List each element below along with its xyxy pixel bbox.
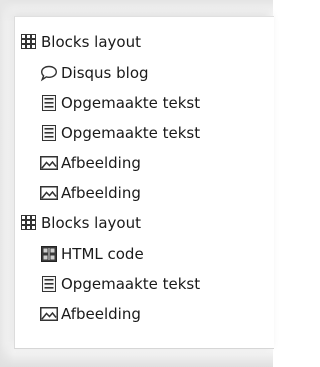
tree-item-label: HTML code <box>61 245 144 263</box>
grid-icon <box>20 214 38 232</box>
tree-item-html-code[interactable]: HTML code <box>40 241 144 267</box>
tree-item-label: Blocks layout <box>41 33 141 51</box>
tree-item-label: Blocks layout <box>41 214 141 232</box>
tree-item-label: Afbeelding <box>61 154 141 172</box>
image-icon <box>40 305 58 323</box>
speech-bubble-icon <box>40 64 58 82</box>
screenshot-edge-left <box>0 0 14 367</box>
tree-item-image[interactable]: Afbeelding <box>40 180 141 206</box>
image-icon <box>40 184 58 202</box>
tree-item-label: Opgemaakte tekst <box>61 124 201 142</box>
tree-item-blocks-layout[interactable]: Blocks layout <box>20 210 141 236</box>
tree-item-formatted-text[interactable]: Opgemaakte tekst <box>40 120 200 146</box>
grid-icon <box>20 33 38 51</box>
tree-item-label: Afbeelding <box>61 184 141 202</box>
tree-item-disqus-blog[interactable]: Disqus blog <box>40 60 149 86</box>
tree-item-formatted-text[interactable]: Opgemaakte tekst <box>40 271 200 297</box>
tree-item-label: Afbeelding <box>61 305 141 323</box>
formatted-text-icon <box>40 124 58 142</box>
tree-item-image[interactable]: Afbeelding <box>40 150 141 176</box>
tree-item-image[interactable]: Afbeelding <box>40 301 141 327</box>
formatted-text-icon <box>40 94 58 112</box>
tree-item-label: Opgemaakte tekst <box>61 94 201 112</box>
tree-item-label: Opgemaakte tekst <box>61 275 201 293</box>
tree-item-label: Disqus blog <box>61 64 149 82</box>
tree-item-formatted-text[interactable]: Opgemaakte tekst <box>40 90 200 116</box>
image-icon <box>40 154 58 172</box>
tree-item-blocks-layout[interactable]: Blocks layout <box>20 29 141 55</box>
block-tree-panel: Blocks layout Disqus blog Opgemaakte tek… <box>14 16 274 349</box>
html-code-icon <box>40 245 58 263</box>
formatted-text-icon <box>40 275 58 293</box>
